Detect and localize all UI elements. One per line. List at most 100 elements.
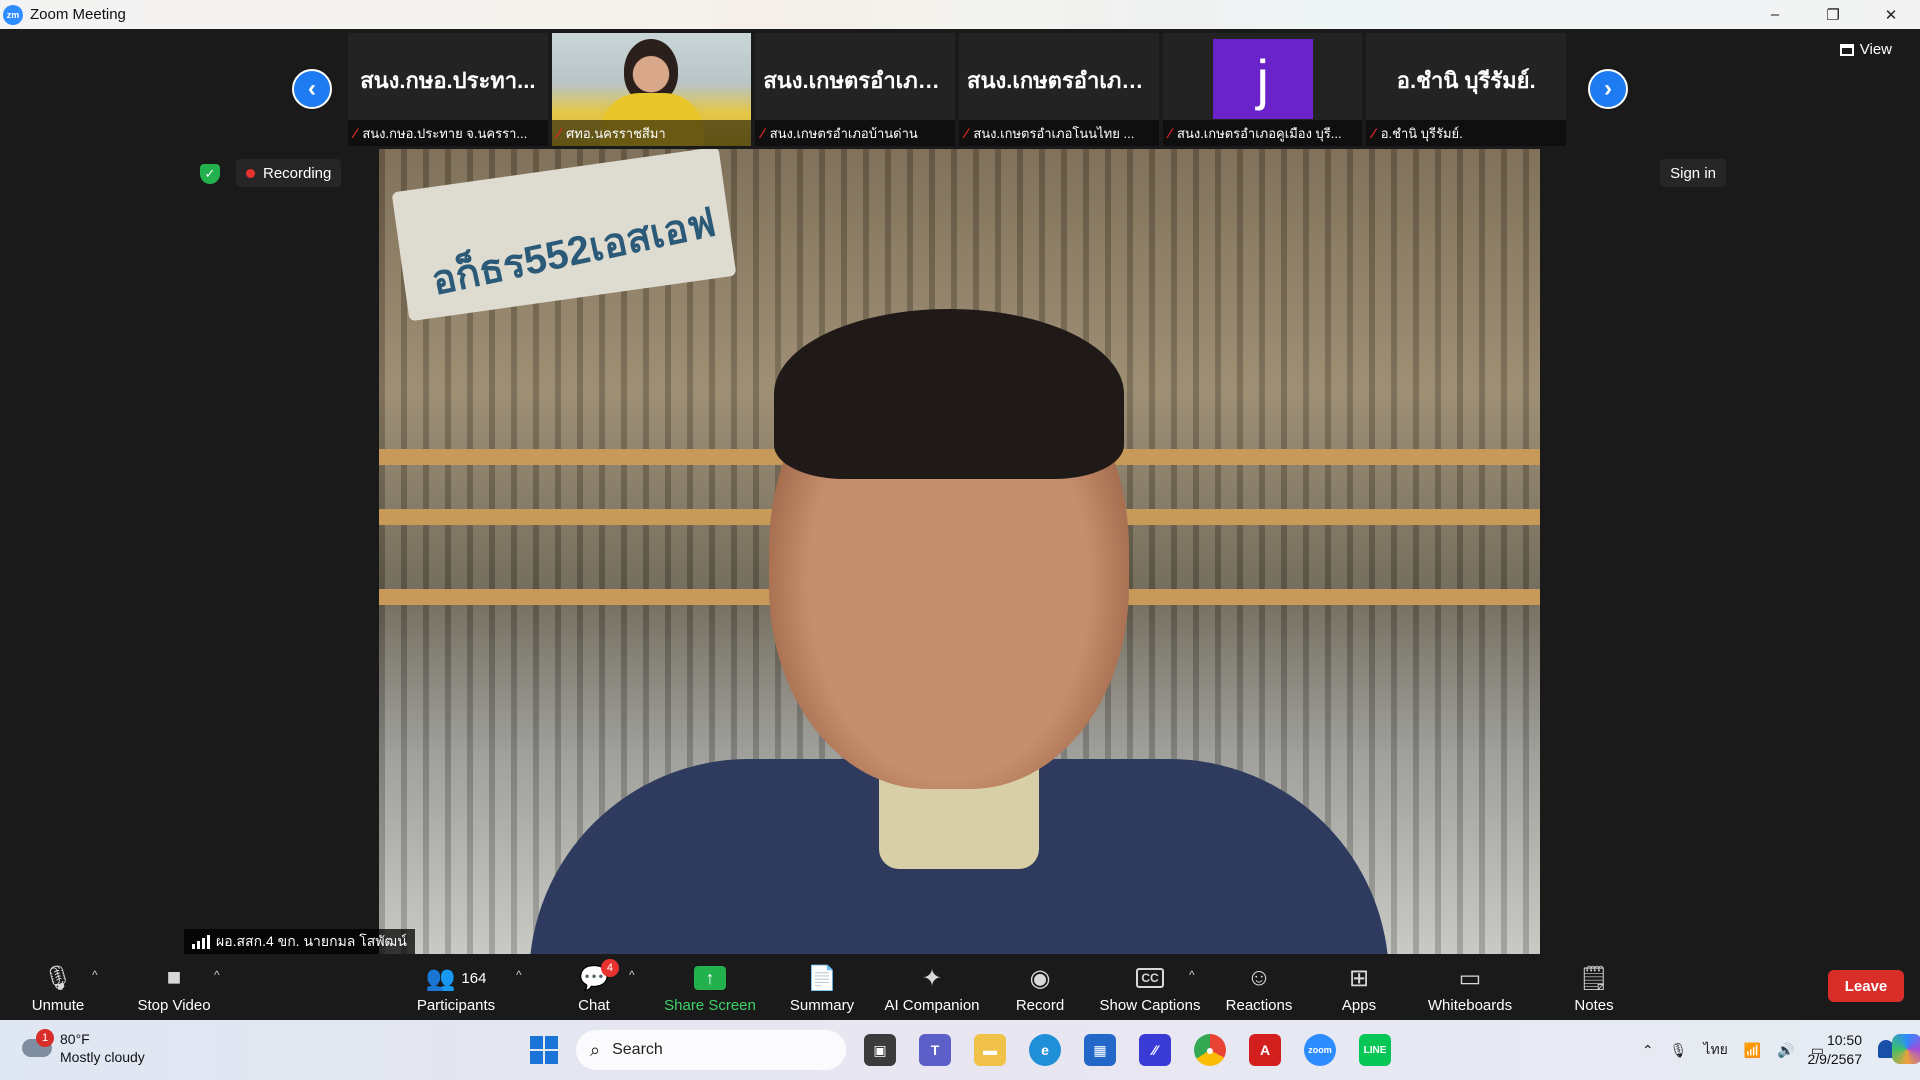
summary-icon: 📄 (807, 964, 837, 992)
edge-icon[interactable]: e (1029, 1034, 1061, 1066)
chat-caret-icon[interactable]: ^ (629, 968, 635, 982)
weather-temperature: 80°F (60, 1031, 90, 1047)
zoom-app-icon: zm (3, 4, 23, 25)
apps-button[interactable]: ⊞ Apps (1334, 954, 1384, 1020)
participant-label: ⁄ อ.ชำนิ บุรีรัมย์. (1366, 120, 1567, 146)
stop-video-label: Stop Video (137, 997, 211, 1014)
file-explorer-icon[interactable]: ▬ (974, 1034, 1006, 1066)
muted-mic-icon: ⁄ (354, 125, 357, 141)
whiteboards-button[interactable]: ▭ Whiteboards (1424, 954, 1516, 1020)
show-captions-label: Show Captions (1099, 997, 1201, 1014)
copilot-icon[interactable] (1892, 1034, 1920, 1064)
recording-label: Recording (263, 164, 332, 182)
gallery-next-button[interactable]: › (1588, 69, 1628, 109)
record-button[interactable]: ◉ Record (1012, 954, 1068, 1020)
participant-avatar: j (1212, 39, 1313, 119)
participant-tile[interactable]: สนง.กษอ.ประทา... ⁄ สนง.กษอ.ประทาย จ.นครรา… (348, 33, 548, 146)
muted-mic-icon: ⁄ (1372, 125, 1375, 141)
shield-icon[interactable]: ✓ (200, 164, 220, 184)
participant-label-text: สนง.เกษตรอำเภอบ้านด่าน (769, 125, 918, 141)
unmute-button[interactable]: 🎙 Unmute (26, 954, 90, 1020)
participant-label: ⁄ ศทอ.นครราชสีมา (551, 120, 752, 146)
share-screen-button[interactable]: ↑ Share Screen (664, 954, 756, 1020)
restore-button[interactable]: ❐ (1804, 0, 1862, 29)
windows-start-icon[interactable] (530, 1036, 558, 1064)
whiteboard-icon: ▭ (1458, 964, 1482, 992)
gallery-prev-button[interactable]: ‹ (292, 69, 332, 109)
muted-mic-icon: ⁄ (965, 125, 968, 141)
record-icon: ◉ (1029, 964, 1051, 992)
window-controls: – ❐ ✕ (1746, 0, 1920, 29)
summary-button[interactable]: 📄 Summary (786, 954, 858, 1020)
store-icon[interactable]: ▦ (1084, 1034, 1116, 1066)
participant-label: ⁄ สนง.เกษตรอำเภอโนนไทย ... (959, 120, 1159, 146)
captions-caret-icon[interactable]: ^ (1189, 968, 1195, 982)
chat-unread-badge: 4 (600, 959, 619, 977)
line-app-icon[interactable]: LINE (1359, 1034, 1391, 1066)
system-clock[interactable]: 10:50 2/9/2567 (1808, 1031, 1863, 1069)
show-captions-button[interactable]: CC Show Captions (1098, 954, 1202, 1020)
captions-icon-text: CC (1136, 968, 1164, 988)
participant-tile-video[interactable]: ⁄ ศทอ.นครราชสีมา (551, 33, 752, 146)
participant-label-text: สนง.เกษตรอำเภอคูเมือง บุรี... (1177, 125, 1342, 141)
record-label: Record (1015, 997, 1065, 1014)
reactions-button[interactable]: ☺ Reactions (1224, 954, 1294, 1020)
audio-options-caret-icon[interactable]: ^ (92, 968, 98, 982)
video-camera-icon: ■ (166, 964, 182, 991)
minimize-button[interactable]: – (1746, 0, 1804, 29)
window-title: Zoom Meeting (30, 6, 126, 23)
wifi-icon[interactable]: 📶 (1744, 1042, 1761, 1059)
stop-video-button[interactable]: ■ Stop Video (132, 954, 216, 1020)
weather-widget[interactable]: 1 80°F Mostly cloudy (22, 1029, 145, 1066)
task-view-icon[interactable]: ▣ (864, 1034, 896, 1066)
weather-alert-badge: 1 (36, 1029, 54, 1047)
recording-dot-icon (246, 168, 255, 178)
search-icon: ⌕ (590, 1039, 601, 1060)
chevron-up-icon[interactable]: ⌃ (1642, 1042, 1654, 1059)
acrobat-icon[interactable]: A (1249, 1034, 1281, 1066)
grid-view-icon (1839, 43, 1854, 56)
participant-filmstrip: สนง.กษอ.ประทา... ⁄ สนง.กษอ.ประทาย จ.นครรา… (348, 33, 1570, 146)
participant-tile[interactable]: สนง.เกษตรอำเภอ... ⁄ สนง.เกษตรอำเภอโนนไทย … (959, 33, 1159, 146)
speaker-hair (774, 309, 1124, 479)
participant-label-text: อ.ชำนิ บุรีรัมย์. (1380, 125, 1463, 141)
chat-label: Chat (578, 997, 610, 1014)
participant-tile[interactable]: สนง.เกษตรอำเภอ... ⁄ สนง.เกษตรอำเภอบ้านด่า… (755, 33, 956, 146)
notes-button[interactable]: 🗒 Notes (1570, 954, 1618, 1020)
input-language[interactable]: ไทย (1703, 1039, 1727, 1061)
muted-mic-icon: ⁄ (761, 125, 764, 141)
participants-count: 164 (461, 969, 487, 987)
summary-label: Summary (789, 997, 855, 1014)
share-screen-icon: ↑ (694, 963, 726, 993)
participant-tile[interactable]: j ⁄ สนง.เกษตรอำเภอคูเมือง บุรี... (1162, 33, 1363, 146)
muted-mic-icon: ⁄ (557, 125, 561, 141)
weather-condition: Mostly cloudy (60, 1049, 145, 1065)
chat-button[interactable]: 💬 4 Chat (572, 954, 619, 1020)
active-speaker-name: ผอ.สสก.4 ขก. นายกมล โสพัฒน์ (216, 932, 407, 949)
close-button[interactable]: ✕ (1862, 0, 1920, 29)
view-button[interactable]: View (1839, 41, 1892, 58)
active-speaker-label: ผอ.สสก.4 ขก. นายกมล โสพัฒน์ (184, 929, 415, 954)
participants-caret-icon[interactable]: ^ (516, 968, 522, 982)
share-screen-label: Share Screen (664, 997, 756, 1014)
taskbar-search-box[interactable]: ⌕ Search (576, 1030, 846, 1070)
leave-button[interactable]: Leave (1828, 970, 1904, 1002)
participant-label-text: สนง.เกษตรอำเภอโนนไทย ... (973, 125, 1135, 141)
volume-icon[interactable]: 🔊 (1777, 1042, 1794, 1059)
sign-in-button[interactable]: Sign in (1660, 159, 1726, 187)
captions-icon: CC (1136, 963, 1164, 993)
participant-tile[interactable]: อ.ชำนิ บุรีรัมย์. ⁄ อ.ชำนิ บุรีรัมย์. (1366, 33, 1567, 146)
teams-icon[interactable]: T (919, 1034, 951, 1066)
video-options-caret-icon[interactable]: ^ (214, 968, 220, 982)
signal-bars-icon (192, 934, 210, 949)
zoom-taskbar-icon[interactable]: zoom (1304, 1034, 1336, 1066)
participant-label: ⁄ สนง.เกษตรอำเภอคูเมือง บุรี... (1162, 120, 1363, 146)
vpn-app-icon[interactable]: ⁄⁄ (1139, 1034, 1171, 1066)
active-speaker-video[interactable]: อก็ธร552เอสเอฟ (379, 149, 1540, 954)
microphone-icon[interactable]: 🎙 (1670, 1042, 1688, 1059)
ai-companion-button[interactable]: ✦ AI Companion (882, 954, 982, 1020)
participant-display-name: สนง.กษอ.ประทา... (360, 68, 536, 93)
participants-button[interactable]: 👥 164 Participants (408, 954, 504, 1020)
chrome-icon[interactable]: ● (1194, 1034, 1226, 1066)
recording-indicator[interactable]: Recording (236, 159, 342, 187)
